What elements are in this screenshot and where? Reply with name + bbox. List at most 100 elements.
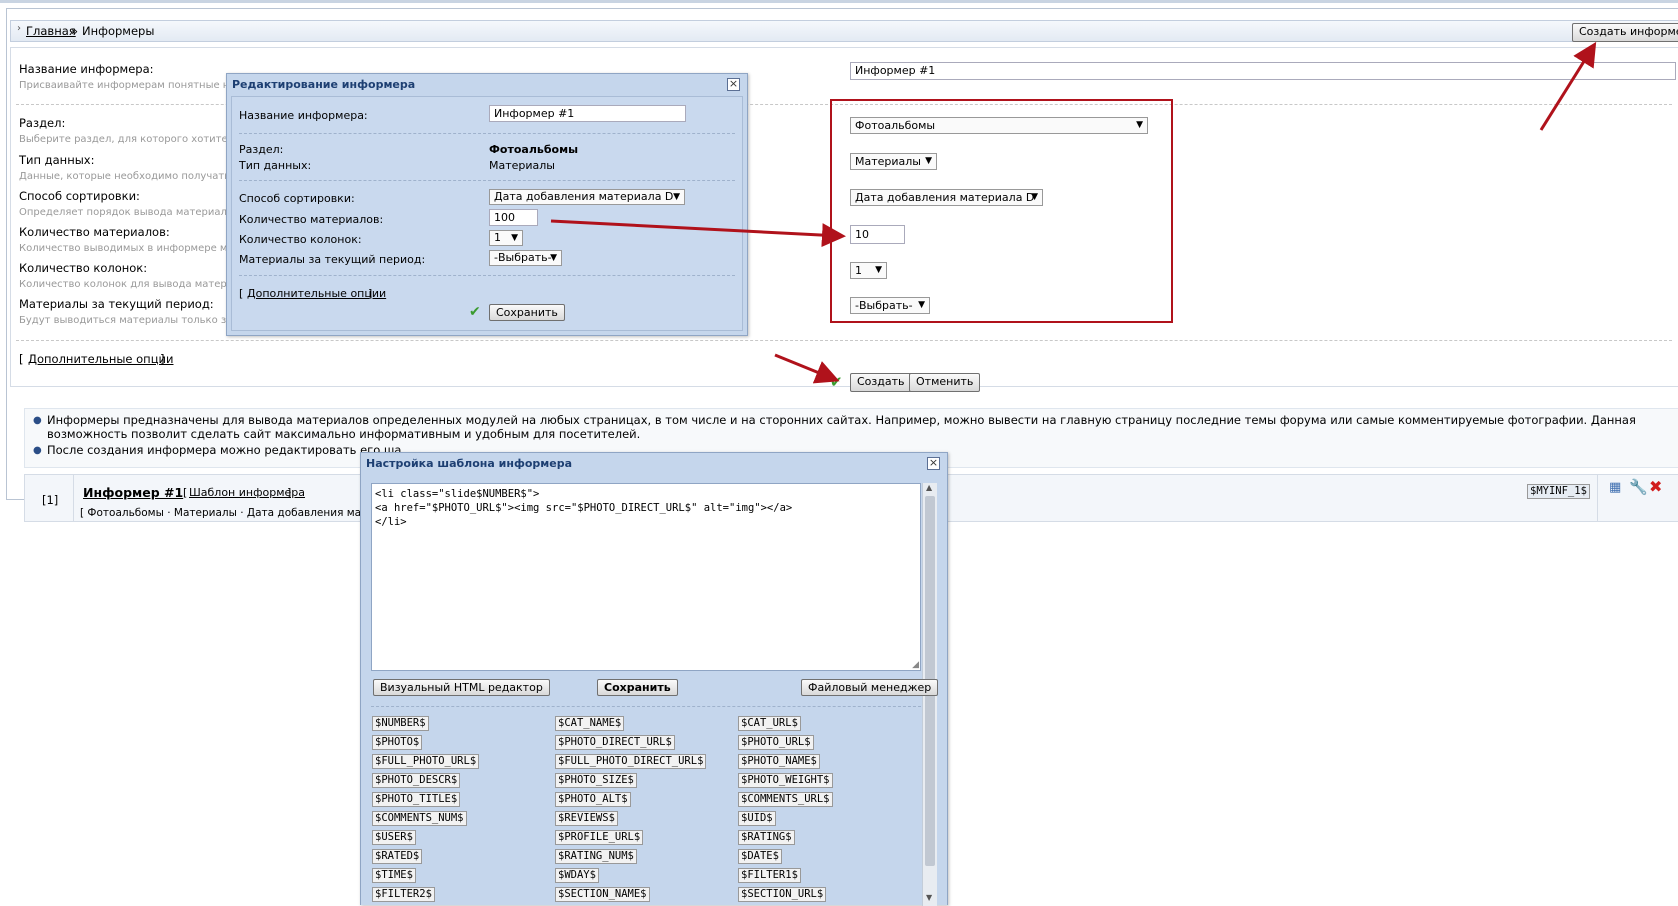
edit-count-input[interactable]: 100 [489,209,538,226]
edit-name-label: Название информера: [239,109,368,122]
chevron-right-icon: › [17,23,21,34]
template-tag[interactable]: $PHOTO_NAME$ [738,754,820,769]
template-save-button[interactable]: Сохранить [597,679,678,696]
row-number-divider [73,475,74,521]
template-tag[interactable]: $PHOTO_WEIGHT$ [738,773,833,788]
template-tag[interactable]: $NUMBER$ [372,716,429,731]
template-tag[interactable]: $FULL_PHOTO_DIRECT_URL$ [555,754,707,769]
section-label: Раздел: [19,116,66,130]
edit-section-value: Фотоальбомы [489,143,579,156]
extra-options-close: ] [160,352,165,366]
template-tag[interactable]: $CAT_NAME$ [555,716,625,731]
chevron-down-icon: ▼ [673,192,680,202]
name-hint: Присваивайте информерам понятные наз [19,80,241,91]
columns-hint: Количество колонок для вывода материал [19,279,246,290]
template-tag[interactable]: $RATING_NUM$ [555,849,637,864]
template-tag[interactable]: $PHOTO_DIRECT_URL$ [555,735,675,750]
period-hint: Будут выводиться материалы только за те [19,315,248,326]
template-tag[interactable]: $PHOTO_DESCR$ [372,773,461,788]
informer-code[interactable]: $MYINF_1$ [1527,484,1590,499]
template-tag[interactable]: $COMMENTS_URL$ [738,792,833,807]
template-tag[interactable]: $SECTION_NAME$ [555,887,650,902]
template-tag[interactable]: $CAT_URL$ [738,716,801,731]
close-icon[interactable]: × [927,457,940,470]
bullet-icon: ● [33,445,42,456]
name-label: Название информера: [19,62,154,76]
extra-options-link[interactable]: Дополнительные опции [28,352,173,366]
info-item-2: После создания информера можно редактиро… [47,443,402,457]
template-tag[interactable]: $PHOTO_TITLE$ [372,792,461,807]
delete-icon[interactable]: ✖ [1649,477,1662,496]
file-manager-button[interactable]: Файловый менеджер [801,679,939,696]
sort-hint: Определяет порядок вывода материалов. [19,207,243,218]
visual-html-editor-button[interactable]: Визуальный HTML редактор [373,679,550,696]
template-tag[interactable]: $RATED$ [372,849,423,864]
cancel-button[interactable]: Отменить [909,373,981,392]
datatype-hint: Данные, которые необходимо получать д [19,171,241,182]
resize-handle-icon[interactable]: ◢ [912,660,919,670]
breadcrumb-current: Информеры [82,24,155,38]
template-tag[interactable]: $PHOTO_URL$ [738,735,814,750]
edit-extra-open: [ [239,287,244,300]
template-tag[interactable]: $REVIEWS$ [555,811,618,826]
template-tag[interactable]: $DATE$ [738,849,782,864]
count-hint: Количество выводимых в информере мате [19,243,246,254]
template-code-editor[interactable]: <li class="slide$NUMBER$"> <a href="$PHO… [371,483,921,671]
edit-extra-close: ] [368,287,373,300]
template-tag[interactable]: $COMMENTS_NUM$ [372,811,467,826]
edit-save-button[interactable]: Сохранить [489,304,565,321]
chevron-down-icon: ▼ [550,253,557,263]
template-tag[interactable]: $USER$ [372,830,416,845]
edit-name-input[interactable]: Информер #1 [489,105,686,122]
template-tag[interactable]: $TIME$ [372,868,416,883]
divider [239,133,735,134]
edit-section-label: Раздел: [239,143,284,156]
informer-meta: [ Фотоальбомы · Материалы · Дата добавле… [80,507,401,519]
template-tag[interactable]: $UID$ [738,811,776,826]
template-tag[interactable]: $PHOTO_SIZE$ [555,773,637,788]
scroll-down-icon[interactable]: ▼ [926,893,932,902]
edit-datatype-value: Материалы [489,159,555,172]
section-hint: Выберите раздел, для которого хотите со [19,134,243,145]
check-icon: ✔ [830,373,843,391]
divider [16,340,1672,341]
edit-sort-select[interactable]: Дата добавления материала D ▼ [489,189,685,205]
sort-label: Способ сортировки: [19,189,140,203]
breadcrumb-separator: » [71,24,79,38]
edit-count-label: Количество материалов: [239,213,384,226]
columns-label: Количество колонок: [19,261,148,275]
template-tag[interactable]: $PHOTO_ALT$ [555,792,631,807]
divider [239,275,735,276]
template-tag[interactable]: $PROFILE_URL$ [555,830,644,845]
edit-columns-select-value: 1 [494,231,501,244]
template-tag[interactable]: $PHOTO$ [372,735,423,750]
edit-extra-options-link[interactable]: Дополнительные опции [247,287,386,300]
edit-period-select[interactable]: -Выбрать- ▼ [489,250,562,266]
template-tag[interactable]: $RATING$ [738,830,795,845]
row-actions-divider [1597,475,1598,521]
edit-dialog: Редактирование информера × Название инфо… [226,73,748,336]
divider [371,706,921,707]
divider [239,180,735,181]
name-input[interactable]: Информер #1 [850,62,1676,80]
template-link-open: [ [183,486,188,499]
breadcrumb-home-link[interactable]: Главная [26,24,76,38]
create-informer-button[interactable]: Создать информер [1572,23,1678,42]
edit-period-select-value: -Выбрать- [494,251,552,264]
template-tag[interactable]: $FILTER2$ [372,887,435,902]
edit-sort-select-value: Дата добавления материала D [494,190,674,203]
template-tag[interactable]: $WDAY$ [555,868,599,883]
close-icon[interactable]: × [727,78,740,91]
template-tag[interactable]: $FILTER1$ [738,868,801,883]
edit-columns-select[interactable]: 1 ▼ [489,230,523,246]
template-tag[interactable]: $SECTION_URL$ [738,887,827,902]
wrench-icon[interactable]: 🔧 [1629,478,1648,496]
check-icon: ✔ [469,304,481,320]
create-button[interactable]: Создать [850,373,912,392]
table-icon[interactable]: ▦ [1609,480,1621,495]
informer-title-link[interactable]: Информер #1 [83,485,183,500]
template-tag[interactable]: $FULL_PHOTO_URL$ [372,754,480,769]
highlight-box [830,99,1173,323]
edit-columns-label: Количество колонок: [239,233,362,246]
scroll-up-icon[interactable]: ▲ [926,483,932,492]
